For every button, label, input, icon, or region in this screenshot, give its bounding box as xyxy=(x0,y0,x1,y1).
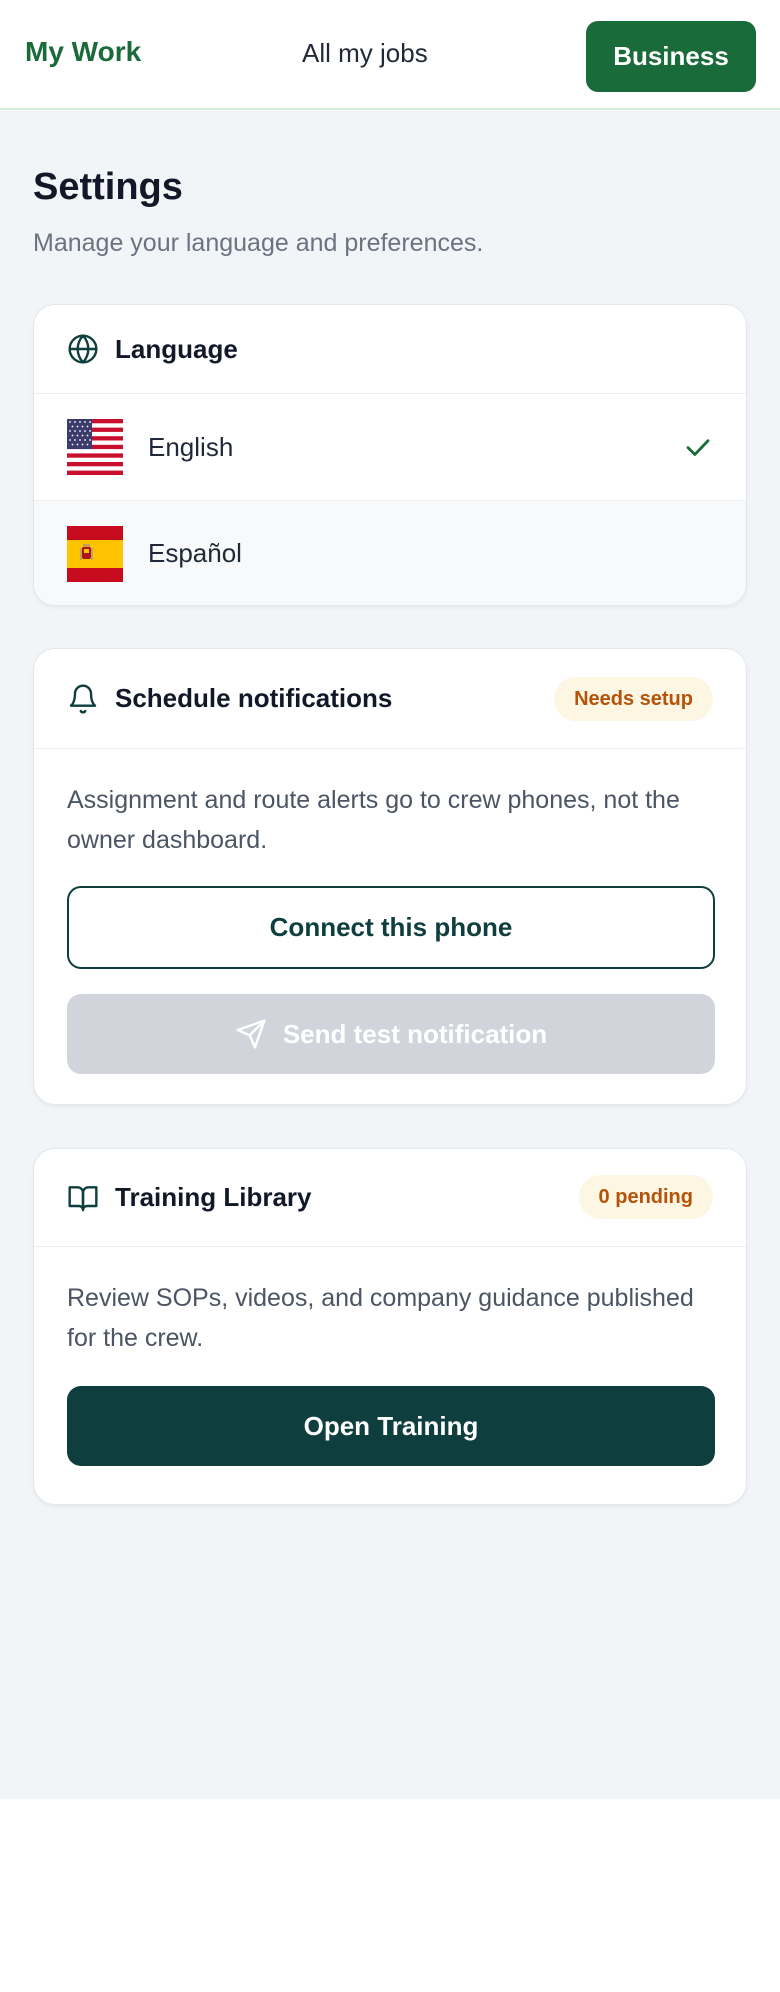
send-test-notification-button[interactable]: Send test notification xyxy=(67,994,715,1074)
language-option-espanol[interactable]: Español xyxy=(34,500,746,605)
send-test-notification-label: Send test notification xyxy=(282,1018,548,1049)
book-icon xyxy=(67,1182,99,1214)
check-icon xyxy=(683,432,713,467)
language-label-english: English xyxy=(148,431,234,462)
training-description: Review SOPs, videos, and company guidanc… xyxy=(67,1284,694,1352)
needs-setup-badge: Needs setup xyxy=(554,677,713,721)
open-training-button[interactable]: Open Training xyxy=(67,1386,715,1466)
business-button[interactable]: Business xyxy=(586,21,756,92)
globe-icon xyxy=(67,333,99,365)
top-navigation-bar: My Work All my jobs Business xyxy=(0,0,780,110)
schedule-notifications-card: Schedule notifications Needs setup Assig… xyxy=(33,648,747,1105)
training-card-body: Review SOPs, videos, and company guidanc… xyxy=(34,1247,746,1466)
spain-flag-icon xyxy=(67,525,123,582)
notifications-card-body: Assignment and route alerts go to crew p… xyxy=(34,749,746,1074)
training-library-card: Training Library 0 pending Review SOPs, … xyxy=(33,1148,747,1505)
page-title: Settings xyxy=(33,166,183,208)
language-card-header: Language xyxy=(34,305,746,394)
language-card-title: Language xyxy=(115,333,238,364)
training-card-header: Training Library 0 pending xyxy=(34,1149,746,1247)
bell-icon xyxy=(67,683,99,715)
us-flag-icon xyxy=(67,419,123,475)
notifications-description: Assignment and route alerts go to crew p… xyxy=(67,786,680,854)
training-card-title: Training Library xyxy=(115,1182,312,1212)
language-label-espanol: Español xyxy=(148,538,242,568)
page-subtitle: Manage your language and preferences. xyxy=(33,229,484,257)
pending-count-badge: 0 pending xyxy=(578,1175,713,1219)
all-my-jobs-link[interactable]: All my jobs xyxy=(302,38,428,69)
language-option-english[interactable]: English xyxy=(34,394,746,500)
language-card: Language English Español xyxy=(33,304,747,606)
settings-page: Settings Manage your language and prefer… xyxy=(0,111,780,1799)
send-icon xyxy=(235,1018,267,1050)
connect-phone-button[interactable]: Connect this phone xyxy=(67,886,715,969)
my-work-link[interactable]: My Work xyxy=(25,36,141,68)
notifications-card-header: Schedule notifications Needs setup xyxy=(34,649,746,749)
notifications-card-title: Schedule notifications xyxy=(115,683,393,713)
